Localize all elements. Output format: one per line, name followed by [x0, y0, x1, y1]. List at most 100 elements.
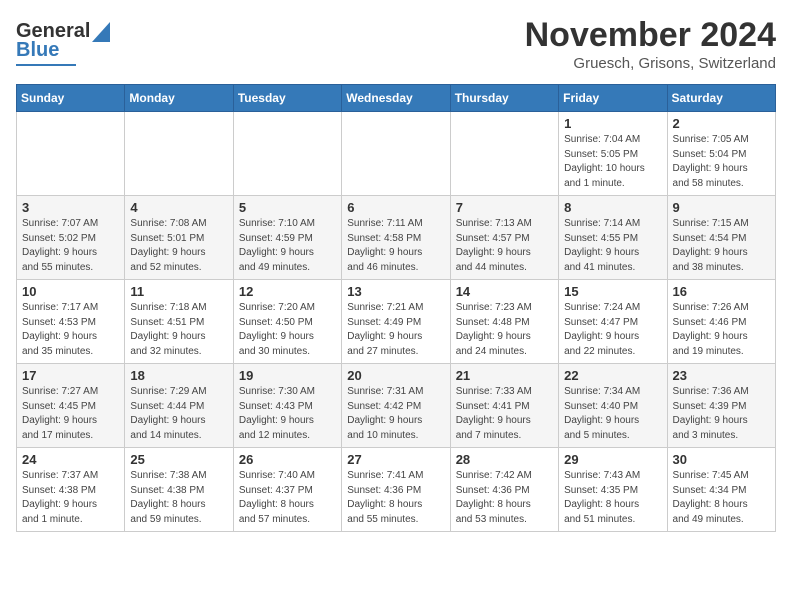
day-info: Sunrise: 7:17 AM Sunset: 4:53 PM Dayligh…: [22, 301, 119, 359]
day-number: 13: [347, 284, 444, 299]
weekday-header-sunday: Sunday: [17, 85, 125, 112]
day-info: Sunrise: 7:10 AM Sunset: 4:59 PM Dayligh…: [239, 217, 336, 275]
calendar-cell: 26 Sunrise: 7:40 AM Sunset: 4:37 PM Dayli…: [233, 448, 341, 532]
week-row-5: 24 Sunrise: 7:37 AM Sunset: 4:38 PM Dayli…: [17, 448, 776, 532]
calendar-table: SundayMondayTuesdayWednesdayThursdayFrid…: [16, 84, 776, 532]
calendar-cell: [342, 112, 450, 196]
day-info: Sunrise: 7:13 AM Sunset: 4:57 PM Dayligh…: [456, 217, 553, 275]
calendar-cell: 18 Sunrise: 7:29 AM Sunset: 4:44 PM Dayli…: [125, 364, 233, 448]
calendar-cell: 6 Sunrise: 7:11 AM Sunset: 4:58 PM Daylig…: [342, 196, 450, 280]
day-number: 16: [673, 284, 770, 299]
calendar-cell: 7 Sunrise: 7:13 AM Sunset: 4:57 PM Daylig…: [450, 196, 558, 280]
calendar-cell: 13 Sunrise: 7:21 AM Sunset: 4:49 PM Dayli…: [342, 280, 450, 364]
weekday-header-saturday: Saturday: [667, 85, 775, 112]
day-number: 24: [22, 452, 119, 467]
day-info: Sunrise: 7:43 AM Sunset: 4:35 PM Dayligh…: [564, 469, 661, 527]
calendar-cell: 16 Sunrise: 7:26 AM Sunset: 4:46 PM Dayli…: [667, 280, 775, 364]
location: Gruesch, Grisons, Switzerland: [525, 55, 776, 72]
calendar-cell: 2 Sunrise: 7:05 AM Sunset: 5:04 PM Daylig…: [667, 112, 775, 196]
day-number: 29: [564, 452, 661, 467]
day-number: 18: [130, 368, 227, 383]
day-info: Sunrise: 7:18 AM Sunset: 4:51 PM Dayligh…: [130, 301, 227, 359]
day-info: Sunrise: 7:08 AM Sunset: 5:01 PM Dayligh…: [130, 217, 227, 275]
day-number: 7: [456, 200, 553, 215]
day-info: Sunrise: 7:41 AM Sunset: 4:36 PM Dayligh…: [347, 469, 444, 527]
calendar-cell: 17 Sunrise: 7:27 AM Sunset: 4:45 PM Dayli…: [17, 364, 125, 448]
day-info: Sunrise: 7:05 AM Sunset: 5:04 PM Dayligh…: [673, 133, 770, 191]
day-info: Sunrise: 7:33 AM Sunset: 4:41 PM Dayligh…: [456, 385, 553, 443]
day-number: 10: [22, 284, 119, 299]
day-number: 6: [347, 200, 444, 215]
calendar-cell: 12Sunrise: 7:20 AM Sunset: 4:50 PM Dayli…: [233, 280, 341, 364]
day-info: Sunrise: 7:30 AM Sunset: 4:43 PM Dayligh…: [239, 385, 336, 443]
day-info: Sunrise: 7:04 AM Sunset: 5:05 PM Dayligh…: [564, 133, 661, 191]
logo-line: [16, 64, 76, 66]
weekday-header-tuesday: Tuesday: [233, 85, 341, 112]
day-number: 25: [130, 452, 227, 467]
calendar-cell: [17, 112, 125, 196]
day-number: 28: [456, 452, 553, 467]
day-info: Sunrise: 7:31 AM Sunset: 4:42 PM Dayligh…: [347, 385, 444, 443]
calendar-cell: 20 Sunrise: 7:31 AM Sunset: 4:42 PM Dayli…: [342, 364, 450, 448]
month-title: November 2024: [525, 16, 776, 55]
day-info: Sunrise: 7:38 AM Sunset: 4:38 PM Dayligh…: [130, 469, 227, 527]
weekday-header-wednesday: Wednesday: [342, 85, 450, 112]
calendar-cell: 28 Sunrise: 7:42 AM Sunset: 4:36 PM Dayli…: [450, 448, 558, 532]
day-info: Sunrise: 7:14 AM Sunset: 4:55 PM Dayligh…: [564, 217, 661, 275]
day-info: Sunrise: 7:26 AM Sunset: 4:46 PM Dayligh…: [673, 301, 770, 359]
calendar-cell: [125, 112, 233, 196]
day-number: 30: [673, 452, 770, 467]
day-number: 17: [22, 368, 119, 383]
calendar-cell: 9Sunrise: 7:15 AM Sunset: 4:54 PM Daylig…: [667, 196, 775, 280]
day-number: 1: [564, 116, 661, 131]
calendar-cell: 14 Sunrise: 7:23 AM Sunset: 4:48 PM Dayli…: [450, 280, 558, 364]
day-number: 23: [673, 368, 770, 383]
page-header: General Blue November 2024 Gruesch, Gris…: [16, 16, 776, 72]
day-info: Sunrise: 7:45 AM Sunset: 4:34 PM Dayligh…: [673, 469, 770, 527]
week-row-4: 17 Sunrise: 7:27 AM Sunset: 4:45 PM Dayli…: [17, 364, 776, 448]
title-section: November 2024 Gruesch, Grisons, Switzerl…: [525, 16, 776, 72]
calendar-cell: 29 Sunrise: 7:43 AM Sunset: 4:35 PM Dayli…: [559, 448, 667, 532]
day-info: Sunrise: 7:40 AM Sunset: 4:37 PM Dayligh…: [239, 469, 336, 527]
calendar-cell: 4 Sunrise: 7:08 AM Sunset: 5:01 PM Daylig…: [125, 196, 233, 280]
week-row-2: 3Sunrise: 7:07 AM Sunset: 5:02 PM Daylig…: [17, 196, 776, 280]
day-info: Sunrise: 7:34 AM Sunset: 4:40 PM Dayligh…: [564, 385, 661, 443]
day-number: 20: [347, 368, 444, 383]
day-info: Sunrise: 7:24 AM Sunset: 4:47 PM Dayligh…: [564, 301, 661, 359]
day-info: Sunrise: 7:37 AM Sunset: 4:38 PM Dayligh…: [22, 469, 119, 527]
calendar-cell: 8 Sunrise: 7:14 AM Sunset: 4:55 PM Daylig…: [559, 196, 667, 280]
day-number: 21: [456, 368, 553, 383]
weekday-header-row: SundayMondayTuesdayWednesdayThursdayFrid…: [17, 85, 776, 112]
day-info: Sunrise: 7:11 AM Sunset: 4:58 PM Dayligh…: [347, 217, 444, 275]
calendar-cell: 27 Sunrise: 7:41 AM Sunset: 4:36 PM Dayli…: [342, 448, 450, 532]
calendar-cell: 24 Sunrise: 7:37 AM Sunset: 4:38 PM Dayli…: [17, 448, 125, 532]
calendar-cell: 19 Sunrise: 7:30 AM Sunset: 4:43 PM Dayli…: [233, 364, 341, 448]
day-number: 22: [564, 368, 661, 383]
calendar-cell: [450, 112, 558, 196]
week-row-3: 10 Sunrise: 7:17 AM Sunset: 4:53 PM Dayli…: [17, 280, 776, 364]
calendar-cell: 10 Sunrise: 7:17 AM Sunset: 4:53 PM Dayli…: [17, 280, 125, 364]
calendar-cell: 15Sunrise: 7:24 AM Sunset: 4:47 PM Dayli…: [559, 280, 667, 364]
calendar-cell: 11 Sunrise: 7:18 AM Sunset: 4:51 PM Dayli…: [125, 280, 233, 364]
calendar-cell: 1 Sunrise: 7:04 AM Sunset: 5:05 PM Daylig…: [559, 112, 667, 196]
week-row-1: 1 Sunrise: 7:04 AM Sunset: 5:05 PM Daylig…: [17, 112, 776, 196]
day-info: Sunrise: 7:27 AM Sunset: 4:45 PM Dayligh…: [22, 385, 119, 443]
logo-blue: Blue: [16, 39, 59, 62]
day-number: 11: [130, 284, 227, 299]
calendar-cell: 25 Sunrise: 7:38 AM Sunset: 4:38 PM Dayli…: [125, 448, 233, 532]
weekday-header-monday: Monday: [125, 85, 233, 112]
day-info: Sunrise: 7:29 AM Sunset: 4:44 PM Dayligh…: [130, 385, 227, 443]
day-number: 5: [239, 200, 336, 215]
day-info: Sunrise: 7:42 AM Sunset: 4:36 PM Dayligh…: [456, 469, 553, 527]
day-number: 27: [347, 452, 444, 467]
day-number: 3: [22, 200, 119, 215]
day-info: Sunrise: 7:21 AM Sunset: 4:49 PM Dayligh…: [347, 301, 444, 359]
day-number: 26: [239, 452, 336, 467]
day-info: Sunrise: 7:23 AM Sunset: 4:48 PM Dayligh…: [456, 301, 553, 359]
day-number: 2: [673, 116, 770, 131]
day-number: 8: [564, 200, 661, 215]
day-number: 19: [239, 368, 336, 383]
day-number: 4: [130, 200, 227, 215]
day-number: 14: [456, 284, 553, 299]
calendar-cell: 22 Sunrise: 7:34 AM Sunset: 4:40 PM Dayli…: [559, 364, 667, 448]
